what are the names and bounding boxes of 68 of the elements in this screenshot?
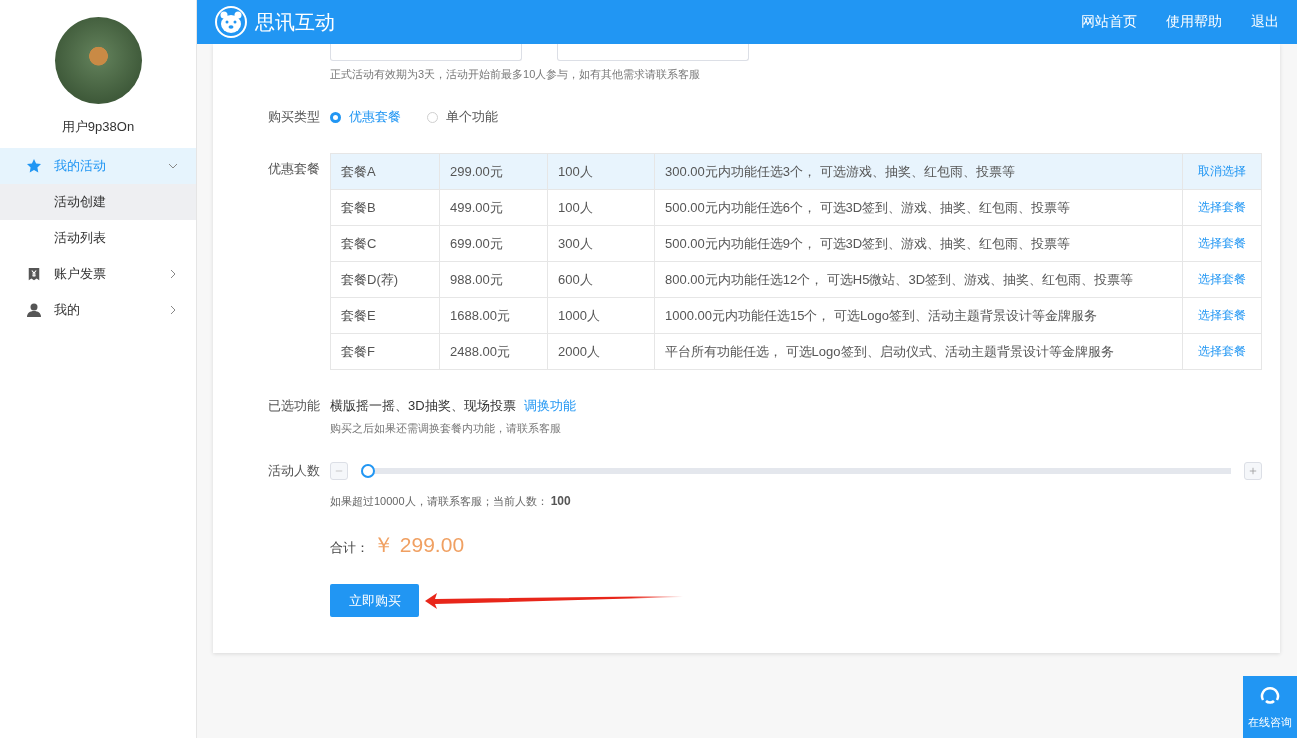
minus-button[interactable] xyxy=(330,462,348,480)
radio-button[interactable] xyxy=(330,111,341,123)
table-cell: 套餐C xyxy=(330,225,440,262)
selected-features-text: 横版摇一摇、3D抽奖、现场投票 xyxy=(330,397,516,415)
table-cell: 套餐A xyxy=(330,153,440,190)
chevron-down-icon xyxy=(168,161,178,171)
nav-link[interactable]: 使用帮助 xyxy=(1166,13,1222,31)
menu-label: 我的 xyxy=(54,301,81,319)
table-cell: 套餐B xyxy=(330,189,440,226)
table-cell: 988.00元 xyxy=(439,261,548,298)
minus-icon xyxy=(335,467,343,475)
table-cell: 1688.00元 xyxy=(439,297,548,334)
receipt-icon xyxy=(26,267,42,281)
table-cell: 699.00元 xyxy=(439,225,548,262)
user-icon xyxy=(26,302,42,318)
table-cell: 500.00元内功能任选9个， 可选3D签到、游戏、抽奖、红包雨、投票等 xyxy=(654,225,1183,262)
table-cell: 300.00元内功能任选3个， 可选游戏、抽奖、红包雨、投票等 xyxy=(654,153,1183,190)
table-cell: 600人 xyxy=(547,261,655,298)
slider-thumb[interactable] xyxy=(361,464,375,478)
logo-text: 思讯互动 xyxy=(255,9,335,35)
table-cell: 2488.00元 xyxy=(439,333,548,370)
table-cell: 套餐F xyxy=(330,333,440,370)
table-cell: 平台所有功能任选， 可选Logo签到、启动仪式、活动主题背景设计等金牌服务 xyxy=(654,333,1183,370)
submenu-item[interactable]: 活动列表 xyxy=(0,220,196,256)
field-label: 购买类型 xyxy=(267,108,321,126)
table-cell: 100人 xyxy=(547,153,655,190)
hint-text: 正式活动有效期为3天，活动开始前最多10人参与，如有其他需求请联系客服 xyxy=(330,67,701,82)
star-icon xyxy=(26,158,42,174)
total-label: 合计： xyxy=(330,539,369,557)
date-field[interactable] xyxy=(557,44,749,61)
chevron-right-icon xyxy=(168,269,178,279)
bear-face-icon xyxy=(215,6,247,38)
buy-now-button[interactable]: 立即购买 xyxy=(330,584,419,617)
swap-features-link[interactable]: 调换功能 xyxy=(523,397,576,415)
radio-option[interactable]: 优惠套餐 xyxy=(330,108,401,126)
consult-label: 在线咨询 xyxy=(1248,714,1292,730)
date-field[interactable] xyxy=(330,44,522,61)
table-cell: 套餐E xyxy=(330,297,440,334)
menu-item[interactable]: 我的 xyxy=(0,292,196,328)
table-cell: 500.00元内功能任选6个， 可选3D签到、游戏、抽奖、红包雨、投票等 xyxy=(654,189,1183,226)
hint-text: 购买之后如果还需调换套餐内功能，请联系客服 xyxy=(330,421,561,436)
table-cell: 2000人 xyxy=(547,333,655,370)
menu-label: 我的活动 xyxy=(54,157,107,175)
plus-icon xyxy=(1249,467,1257,475)
field-label: 优惠套餐 xyxy=(267,160,321,178)
nav-link[interactable]: 退出 xyxy=(1251,13,1279,31)
menu-item[interactable]: 账户发票 xyxy=(0,256,196,292)
table-cell: 套餐D(荐) xyxy=(330,261,440,298)
hint-text: 如果超过10000人，请联系客服；当前人数： 100 xyxy=(330,494,571,509)
table-cell: 800.00元内功能任选12个， 可选H5微站、3D签到、游戏、抽奖、红包雨、投票等 xyxy=(654,261,1183,298)
chevron-right-icon xyxy=(168,305,178,315)
table-cell: 499.00元 xyxy=(439,189,548,226)
table-cell: 300人 xyxy=(547,225,655,262)
total-price: ￥ 299.00 xyxy=(373,532,465,558)
menu-label: 账户发票 xyxy=(54,265,107,283)
menu-item[interactable]: 我的活动 xyxy=(0,148,196,184)
username: 用户9p38On xyxy=(60,118,136,136)
field-label: 已选功能 xyxy=(267,397,321,415)
table-cell: 1000人 xyxy=(547,297,655,334)
radio-option[interactable]: 单个功能 xyxy=(427,108,498,126)
plus-button[interactable] xyxy=(1244,462,1262,480)
field-label: 活动人数 xyxy=(267,462,321,480)
nav-link[interactable]: 网站首页 xyxy=(1081,13,1137,31)
online-consult-button[interactable]: 在线咨询 xyxy=(1243,676,1297,738)
table-cell: 100人 xyxy=(547,189,655,226)
submenu-item[interactable]: 活动创建 xyxy=(0,184,196,220)
table-cell: 1000.00元内功能任选15个， 可选Logo签到、活动主题背景设计等金牌服务 xyxy=(654,297,1183,334)
table-cell: 299.00元 xyxy=(439,153,548,190)
